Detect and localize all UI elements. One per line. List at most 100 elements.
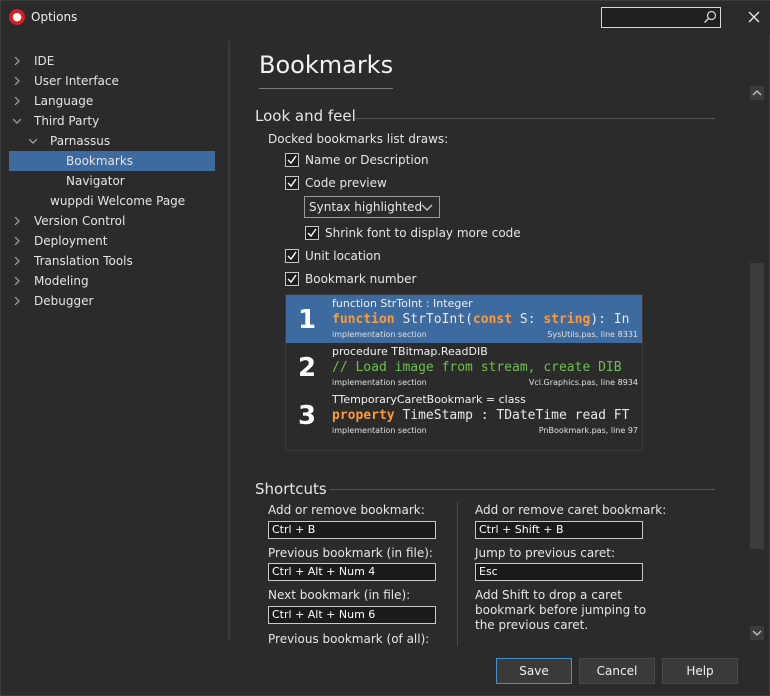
shortcuts-column-separator xyxy=(457,502,458,646)
tree-item-label: wuppdi Welcome Page xyxy=(50,194,186,208)
tree-item[interactable]: Version Control xyxy=(9,211,215,231)
bookmark-preview-item[interactable]: 2 procedure TBitmap.ReadDIB // Load image … xyxy=(286,343,642,391)
checkbox-box[interactable] xyxy=(285,272,299,286)
look-and-feel-title: Look and feel xyxy=(255,107,356,125)
tree-item-label: User Interface xyxy=(34,74,119,88)
prev-all-label: Previous bookmark (of all): xyxy=(268,632,430,646)
search-input[interactable] xyxy=(601,7,721,28)
chevron-down-icon[interactable] xyxy=(13,117,21,125)
tree-item-label: Bookmarks xyxy=(66,154,134,168)
chevron-down-icon[interactable] xyxy=(29,137,37,145)
checkbox-label: Code preview xyxy=(305,176,387,190)
chevron-right-icon[interactable] xyxy=(13,57,21,65)
cancel-button[interactable]: Cancel xyxy=(579,658,655,684)
tree-item[interactable]: Language xyxy=(9,91,215,111)
tree-item[interactable]: Modeling xyxy=(9,271,215,291)
tree-item[interactable]: Third Party xyxy=(9,111,215,131)
app-logo-icon: ● xyxy=(9,9,25,25)
options-window: ● Options IDE User Interface Language Third… xyxy=(0,0,770,696)
content-scrollbar[interactable] xyxy=(748,85,766,645)
panel-divider[interactable] xyxy=(228,41,230,641)
checkbox-label: Name or Description xyxy=(305,153,429,167)
tree-item[interactable]: User Interface xyxy=(9,71,215,91)
jump-caret-shortcut-input[interactable]: Esc xyxy=(475,563,643,581)
tree-item-label: Language xyxy=(34,94,94,108)
code-token: const xyxy=(472,312,520,327)
chevron-right-icon[interactable] xyxy=(13,257,21,265)
chevron-down-icon xyxy=(421,204,433,211)
code-token: function xyxy=(332,312,403,327)
close-icon[interactable] xyxy=(746,9,762,25)
chevron-right-icon[interactable] xyxy=(13,237,21,245)
chevron-right-icon[interactable] xyxy=(13,77,21,85)
options-tree: IDE User Interface Language Third Party Parn… xyxy=(9,51,215,311)
chevron-right-icon[interactable] xyxy=(13,217,21,225)
search-icon[interactable] xyxy=(703,10,717,24)
checkbox-label: Unit location xyxy=(305,249,381,263)
code-token: ): In xyxy=(590,312,630,327)
bookmark-file-location: Vcl.Graphics.pas, line 8934 xyxy=(528,378,638,387)
dropdown-value: Syntax highlighted xyxy=(309,200,423,214)
tree-item-label: Translation Tools xyxy=(34,254,133,268)
code-token: // Load image from stream, create DIB xyxy=(332,360,622,375)
bookmark-file-location: SysUtils.pas, line 8331 xyxy=(547,330,638,339)
shortcuts-divider xyxy=(329,489,715,490)
bookmark-preview-item[interactable]: 3 TTemporaryCaretBookmark = class property… xyxy=(286,391,642,439)
checkbox-box[interactable] xyxy=(285,249,299,263)
scroll-down-icon[interactable] xyxy=(748,625,766,641)
tree-item-label: Parnassus xyxy=(50,134,111,148)
bookmark-file-location: PnBookmark.pas, line 97 xyxy=(538,426,638,435)
add-caret-label: Add or remove caret bookmark: xyxy=(475,503,667,517)
checkbox-label: Shrink font to display more code xyxy=(325,226,521,240)
tree-item[interactable]: Parnassus xyxy=(9,131,215,151)
add-caret-shortcut-input[interactable]: Ctrl + Shift + B xyxy=(475,521,643,539)
code-token: property xyxy=(332,408,403,423)
help-button[interactable]: Help xyxy=(662,658,738,684)
checkbox-box[interactable] xyxy=(285,153,299,167)
prev-file-shortcut-input[interactable]: Ctrl + Alt + Num 4 xyxy=(268,563,436,581)
checkbox-label: Bookmark number xyxy=(305,272,417,286)
title-underline xyxy=(259,88,393,89)
bookmark-preview-item[interactable]: 1 function StrToInt : Integer function Str… xyxy=(286,295,642,343)
tree-item[interactable]: Navigator xyxy=(9,171,215,191)
chevron-right-icon[interactable] xyxy=(13,97,21,105)
syntax-mode-dropdown[interactable]: Syntax highlighted xyxy=(304,196,440,218)
tree-item[interactable]: Translation Tools xyxy=(9,251,215,271)
caret-hint-line-2: bookmark before jumping to xyxy=(475,603,647,617)
bookmark-section: implementation section xyxy=(332,330,427,339)
bookmark-number: 3 xyxy=(298,401,317,431)
tree-item[interactable]: Deployment xyxy=(9,231,215,251)
checkbox-box[interactable] xyxy=(285,176,299,190)
checkbox-box[interactable] xyxy=(305,226,319,240)
tree-item-label: IDE xyxy=(34,54,55,68)
code-token: string xyxy=(543,312,591,327)
tree-item[interactable]: IDE xyxy=(9,51,215,71)
tree-item[interactable]: wuppdi Welcome Page xyxy=(9,191,215,211)
tree-item-label: Navigator xyxy=(66,174,125,188)
bookmark-number: 2 xyxy=(298,353,317,383)
save-button[interactable]: Save xyxy=(496,658,572,684)
bookmark-name: procedure TBitmap.ReadDIB xyxy=(332,345,488,358)
docked-list-label: Docked bookmarks list draws: xyxy=(268,132,449,146)
scroll-up-icon[interactable] xyxy=(748,85,766,101)
code-token: TimeStamp : TDateTime read FT xyxy=(402,408,630,423)
add-remove-label: Add or remove bookmark: xyxy=(268,503,425,517)
chevron-right-icon[interactable] xyxy=(13,277,21,285)
code-token: S: xyxy=(519,312,544,327)
prev-file-label: Previous bookmark (in file): xyxy=(268,546,433,560)
bookmark-section: implementation section xyxy=(332,426,427,435)
code-token: StrToInt( xyxy=(402,312,473,327)
scroll-thumb[interactable] xyxy=(750,263,764,549)
tree-item-label: Deployment xyxy=(34,234,108,248)
add-remove-shortcut-input[interactable]: Ctrl + B xyxy=(268,521,436,539)
tree-item[interactable]: Debugger xyxy=(9,291,215,311)
next-file-shortcut-input[interactable]: Ctrl + Alt + Num 6 xyxy=(268,606,436,624)
caret-hint-line-3: the previous caret. xyxy=(475,618,589,632)
tree-item-label: Debugger xyxy=(34,294,94,308)
chevron-right-icon[interactable] xyxy=(13,297,21,305)
bookmarks-preview-list[interactable]: 1 function StrToInt : Integer function Str… xyxy=(285,294,643,451)
caret-hint-line-1: Add Shift to drop a caret xyxy=(475,588,622,602)
shortcuts-title: Shortcuts xyxy=(255,480,327,498)
tree-item[interactable]: Bookmarks xyxy=(9,151,215,171)
content-panel: Bookmarks Look and feel Docked bookmarks… xyxy=(241,41,746,646)
